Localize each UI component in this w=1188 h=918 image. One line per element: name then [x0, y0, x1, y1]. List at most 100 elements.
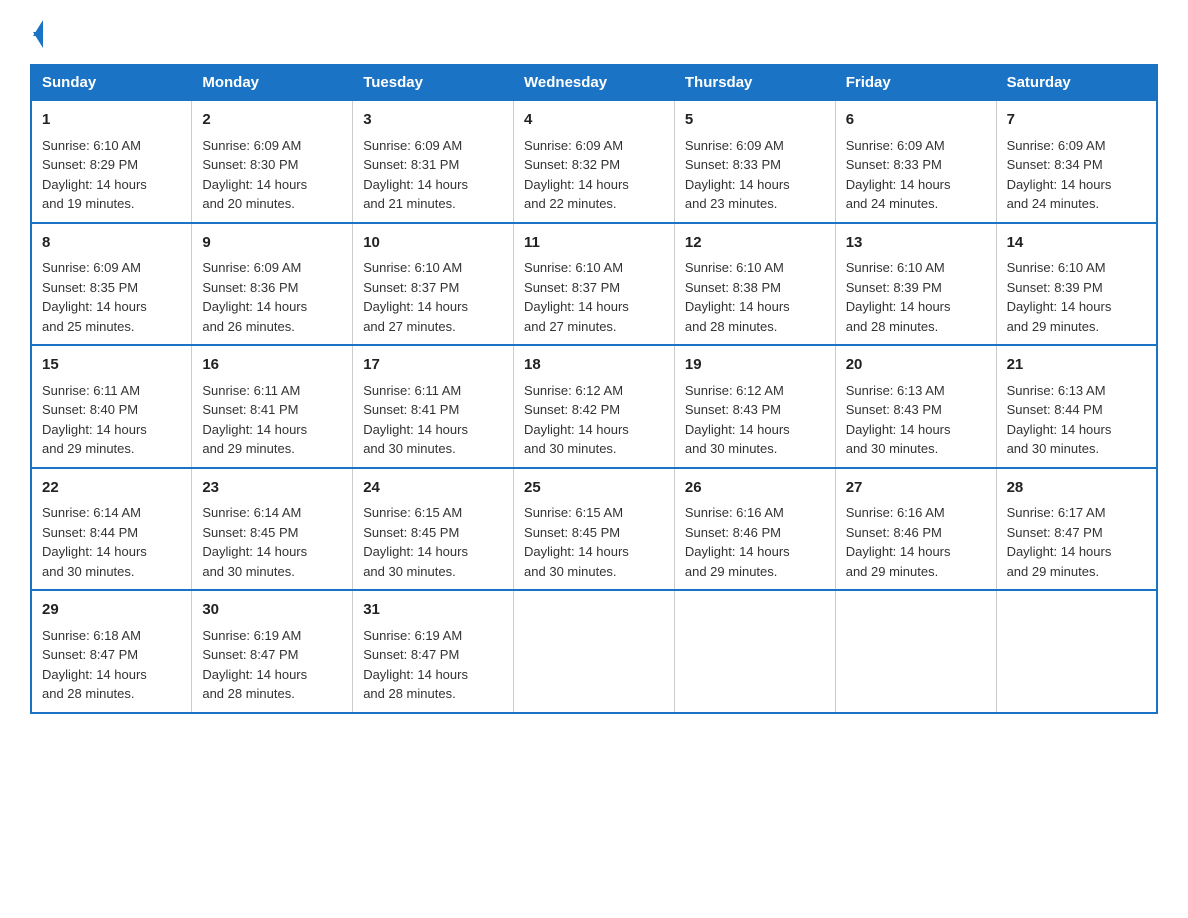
calendar-cell: 9 Sunrise: 6:09 AMSunset: 8:36 PMDaylight… — [192, 223, 353, 346]
day-number: 19 — [685, 354, 825, 377]
day-info: Sunrise: 6:13 AMSunset: 8:44 PMDaylight:… — [1007, 383, 1112, 457]
calendar-cell: 5 Sunrise: 6:09 AMSunset: 8:33 PMDaylight… — [674, 100, 835, 223]
day-number: 31 — [363, 599, 503, 622]
calendar-cell: 29 Sunrise: 6:18 AMSunset: 8:47 PMDayligh… — [31, 590, 192, 713]
day-info: Sunrise: 6:11 AMSunset: 8:41 PMDaylight:… — [363, 383, 468, 457]
day-number: 15 — [42, 354, 181, 377]
calendar-cell: 26 Sunrise: 6:16 AMSunset: 8:46 PMDayligh… — [674, 468, 835, 591]
day-number: 18 — [524, 354, 664, 377]
calendar-cell — [996, 590, 1157, 713]
day-number: 30 — [202, 599, 342, 622]
calendar-cell: 1 Sunrise: 6:10 AMSunset: 8:29 PMDaylight… — [31, 100, 192, 223]
calendar-cell — [514, 590, 675, 713]
calendar-header-sunday: Sunday — [31, 65, 192, 100]
day-info: Sunrise: 6:16 AMSunset: 8:46 PMDaylight:… — [685, 505, 790, 579]
calendar-cell: 8Sunrise: 6:09 AMSunset: 8:35 PMDaylight… — [31, 223, 192, 346]
day-info: Sunrise: 6:10 AMSunset: 8:37 PMDaylight:… — [524, 260, 629, 334]
calendar-cell: 7Sunrise: 6:09 AMSunset: 8:34 PMDaylight… — [996, 100, 1157, 223]
day-info: Sunrise: 6:10 AMSunset: 8:37 PMDaylight:… — [363, 260, 468, 334]
calendar-cell: 19Sunrise: 6:12 AMSunset: 8:43 PMDayligh… — [674, 345, 835, 468]
day-info: Sunrise: 6:09 AMSunset: 8:33 PMDaylight:… — [685, 138, 790, 212]
day-info: Sunrise: 6:09 AMSunset: 8:31 PMDaylight:… — [363, 138, 468, 212]
calendar-cell: 30 Sunrise: 6:19 AMSunset: 8:47 PMDayligh… — [192, 590, 353, 713]
day-info: Sunrise: 6:09 AMSunset: 8:36 PMDaylight:… — [202, 260, 307, 334]
calendar-header-thursday: Thursday — [674, 65, 835, 100]
day-number: 4 — [524, 109, 664, 132]
calendar-cell: 31 Sunrise: 6:19 AMSunset: 8:47 PMDayligh… — [353, 590, 514, 713]
calendar-header-friday: Friday — [835, 65, 996, 100]
calendar-cell: 12 Sunrise: 6:10 AMSunset: 8:38 PMDayligh… — [674, 223, 835, 346]
calendar-cell: 4 Sunrise: 6:09 AMSunset: 8:32 PMDaylight… — [514, 100, 675, 223]
day-info: Sunrise: 6:13 AMSunset: 8:43 PMDaylight:… — [846, 383, 951, 457]
day-info: Sunrise: 6:18 AMSunset: 8:47 PMDaylight:… — [42, 628, 147, 702]
day-info: Sunrise: 6:19 AMSunset: 8:47 PMDaylight:… — [363, 628, 468, 702]
day-number: 1 — [42, 109, 181, 132]
calendar-cell: 11 Sunrise: 6:10 AMSunset: 8:37 PMDayligh… — [514, 223, 675, 346]
day-info: Sunrise: 6:12 AMSunset: 8:42 PMDaylight:… — [524, 383, 629, 457]
day-number: 20 — [846, 354, 986, 377]
calendar-header-row: SundayMondayTuesdayWednesdayThursdayFrid… — [31, 65, 1157, 100]
day-number: 16 — [202, 354, 342, 377]
day-info: Sunrise: 6:10 AMSunset: 8:38 PMDaylight:… — [685, 260, 790, 334]
day-info: Sunrise: 6:09 AMSunset: 8:30 PMDaylight:… — [202, 138, 307, 212]
day-number: 21 — [1007, 354, 1146, 377]
day-number: 5 — [685, 109, 825, 132]
day-number: 12 — [685, 232, 825, 255]
calendar-cell: 16 Sunrise: 6:11 AMSunset: 8:41 PMDayligh… — [192, 345, 353, 468]
day-info: Sunrise: 6:10 AMSunset: 8:29 PMDaylight:… — [42, 138, 147, 212]
day-info: Sunrise: 6:10 AMSunset: 8:39 PMDaylight:… — [846, 260, 951, 334]
calendar-cell: 28 Sunrise: 6:17 AMSunset: 8:47 PMDayligh… — [996, 468, 1157, 591]
calendar-cell: 24 Sunrise: 6:15 AMSunset: 8:45 PMDayligh… — [353, 468, 514, 591]
calendar-week-2: 8Sunrise: 6:09 AMSunset: 8:35 PMDaylight… — [31, 223, 1157, 346]
day-number: 28 — [1007, 477, 1146, 500]
day-number: 22 — [42, 477, 181, 500]
calendar-cell: 6Sunrise: 6:09 AMSunset: 8:33 PMDaylight… — [835, 100, 996, 223]
day-number: 11 — [524, 232, 664, 255]
calendar-cell: 14 Sunrise: 6:10 AMSunset: 8:39 PMDayligh… — [996, 223, 1157, 346]
calendar-cell — [674, 590, 835, 713]
day-number: 14 — [1007, 232, 1146, 255]
day-info: Sunrise: 6:14 AMSunset: 8:44 PMDaylight:… — [42, 505, 147, 579]
day-number: 26 — [685, 477, 825, 500]
day-info: Sunrise: 6:19 AMSunset: 8:47 PMDaylight:… — [202, 628, 307, 702]
calendar-cell — [835, 590, 996, 713]
day-number: 25 — [524, 477, 664, 500]
calendar-header-wednesday: Wednesday — [514, 65, 675, 100]
day-number: 27 — [846, 477, 986, 500]
day-number: 3 — [363, 109, 503, 132]
day-number: 23 — [202, 477, 342, 500]
calendar-cell: 15 Sunrise: 6:11 AMSunset: 8:40 PMDayligh… — [31, 345, 192, 468]
day-info: Sunrise: 6:15 AMSunset: 8:45 PMDaylight:… — [524, 505, 629, 579]
day-info: Sunrise: 6:11 AMSunset: 8:41 PMDaylight:… — [202, 383, 307, 457]
calendar-cell: 25 Sunrise: 6:15 AMSunset: 8:45 PMDayligh… — [514, 468, 675, 591]
calendar-week-3: 15 Sunrise: 6:11 AMSunset: 8:40 PMDayligh… — [31, 345, 1157, 468]
day-info: Sunrise: 6:09 AMSunset: 8:32 PMDaylight:… — [524, 138, 629, 212]
page-header — [30, 20, 1158, 48]
calendar-cell: 17Sunrise: 6:11 AMSunset: 8:41 PMDayligh… — [353, 345, 514, 468]
calendar-header-tuesday: Tuesday — [353, 65, 514, 100]
calendar-table: SundayMondayTuesdayWednesdayThursdayFrid… — [30, 64, 1158, 714]
day-info: Sunrise: 6:14 AMSunset: 8:45 PMDaylight:… — [202, 505, 307, 579]
day-number: 10 — [363, 232, 503, 255]
day-number: 29 — [42, 599, 181, 622]
calendar-cell: 10 Sunrise: 6:10 AMSunset: 8:37 PMDayligh… — [353, 223, 514, 346]
calendar-header-monday: Monday — [192, 65, 353, 100]
calendar-cell: 13Sunrise: 6:10 AMSunset: 8:39 PMDayligh… — [835, 223, 996, 346]
calendar-cell: 20 Sunrise: 6:13 AMSunset: 8:43 PMDayligh… — [835, 345, 996, 468]
day-info: Sunrise: 6:09 AMSunset: 8:35 PMDaylight:… — [42, 260, 147, 334]
day-number: 6 — [846, 109, 986, 132]
calendar-cell: 2 Sunrise: 6:09 AMSunset: 8:30 PMDaylight… — [192, 100, 353, 223]
calendar-cell: 23 Sunrise: 6:14 AMSunset: 8:45 PMDayligh… — [192, 468, 353, 591]
calendar-week-1: 1 Sunrise: 6:10 AMSunset: 8:29 PMDaylight… — [31, 100, 1157, 223]
day-number: 9 — [202, 232, 342, 255]
day-number: 2 — [202, 109, 342, 132]
day-number: 24 — [363, 477, 503, 500]
day-info: Sunrise: 6:15 AMSunset: 8:45 PMDaylight:… — [363, 505, 468, 579]
logo — [30, 20, 43, 48]
calendar-cell: 21 Sunrise: 6:13 AMSunset: 8:44 PMDayligh… — [996, 345, 1157, 468]
calendar-week-4: 22 Sunrise: 6:14 AMSunset: 8:44 PMDayligh… — [31, 468, 1157, 591]
day-info: Sunrise: 6:09 AMSunset: 8:34 PMDaylight:… — [1007, 138, 1112, 212]
day-info: Sunrise: 6:11 AMSunset: 8:40 PMDaylight:… — [42, 383, 147, 457]
day-info: Sunrise: 6:10 AMSunset: 8:39 PMDaylight:… — [1007, 260, 1112, 334]
day-info: Sunrise: 6:17 AMSunset: 8:47 PMDaylight:… — [1007, 505, 1112, 579]
